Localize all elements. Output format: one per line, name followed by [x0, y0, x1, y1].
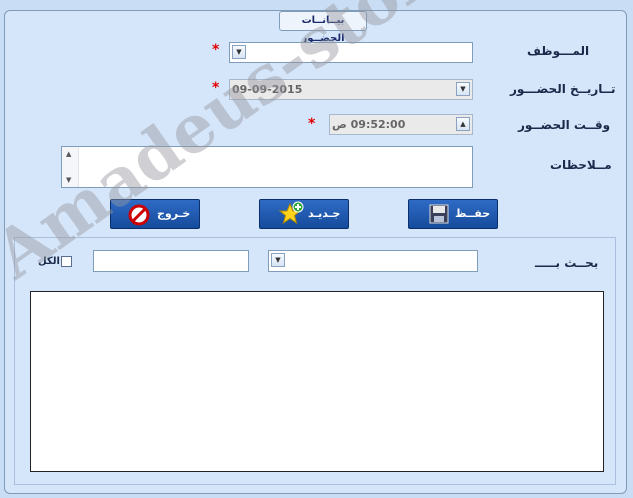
floppy-disk-icon — [429, 204, 449, 224]
date-value: 09-09-2015 — [232, 83, 303, 96]
time-value: 09:52:00 ص — [332, 118, 406, 131]
exit-button[interactable]: خـروج — [110, 199, 200, 229]
employee-required-mark: * — [212, 42, 220, 58]
results-grid[interactable] — [30, 291, 604, 472]
save-button-label: حفــظ — [455, 207, 491, 220]
star-plus-icon — [278, 201, 304, 225]
scroll-up-icon[interactable]: ▲ — [66, 150, 71, 158]
new-button-label: جـديـد — [308, 207, 341, 220]
chevron-up-down-icon[interactable]: ▲ — [456, 117, 470, 131]
search-input[interactable] — [93, 250, 249, 272]
date-label: تــاريــخ الحضـــور — [510, 82, 616, 96]
notes-textarea[interactable] — [61, 146, 473, 188]
search-field-select[interactable]: ▼ — [268, 250, 478, 272]
employee-label: المـــوظف — [527, 44, 590, 58]
chevron-down-icon[interactable]: ▼ — [232, 45, 246, 59]
employee-select[interactable]: ▼ — [229, 42, 473, 63]
new-button[interactable]: جـديـد — [259, 199, 349, 229]
date-picker[interactable]: 09-09-2015 ▼ — [229, 79, 473, 100]
chevron-down-icon[interactable]: ▼ — [271, 253, 285, 267]
notes-label: مــلاحظات — [550, 158, 612, 172]
scroll-down-icon[interactable]: ▼ — [66, 176, 71, 184]
all-checkbox-label: الكل — [38, 256, 60, 267]
all-checkbox[interactable] — [61, 256, 72, 267]
time-required-mark: * — [308, 116, 316, 132]
no-entry-icon — [128, 204, 150, 226]
time-label: وقــت الحضــور — [518, 118, 611, 132]
search-label: بحــث بـــــ — [535, 256, 599, 270]
save-button[interactable]: حفــظ — [408, 199, 498, 229]
form-title: بيــانــات الحضــور — [279, 11, 367, 44]
date-required-mark: * — [212, 80, 220, 96]
time-picker[interactable]: 09:52:00 ص ▲ — [329, 114, 473, 135]
chevron-down-icon[interactable]: ▼ — [456, 82, 470, 96]
exit-button-label: خـروج — [157, 207, 191, 220]
